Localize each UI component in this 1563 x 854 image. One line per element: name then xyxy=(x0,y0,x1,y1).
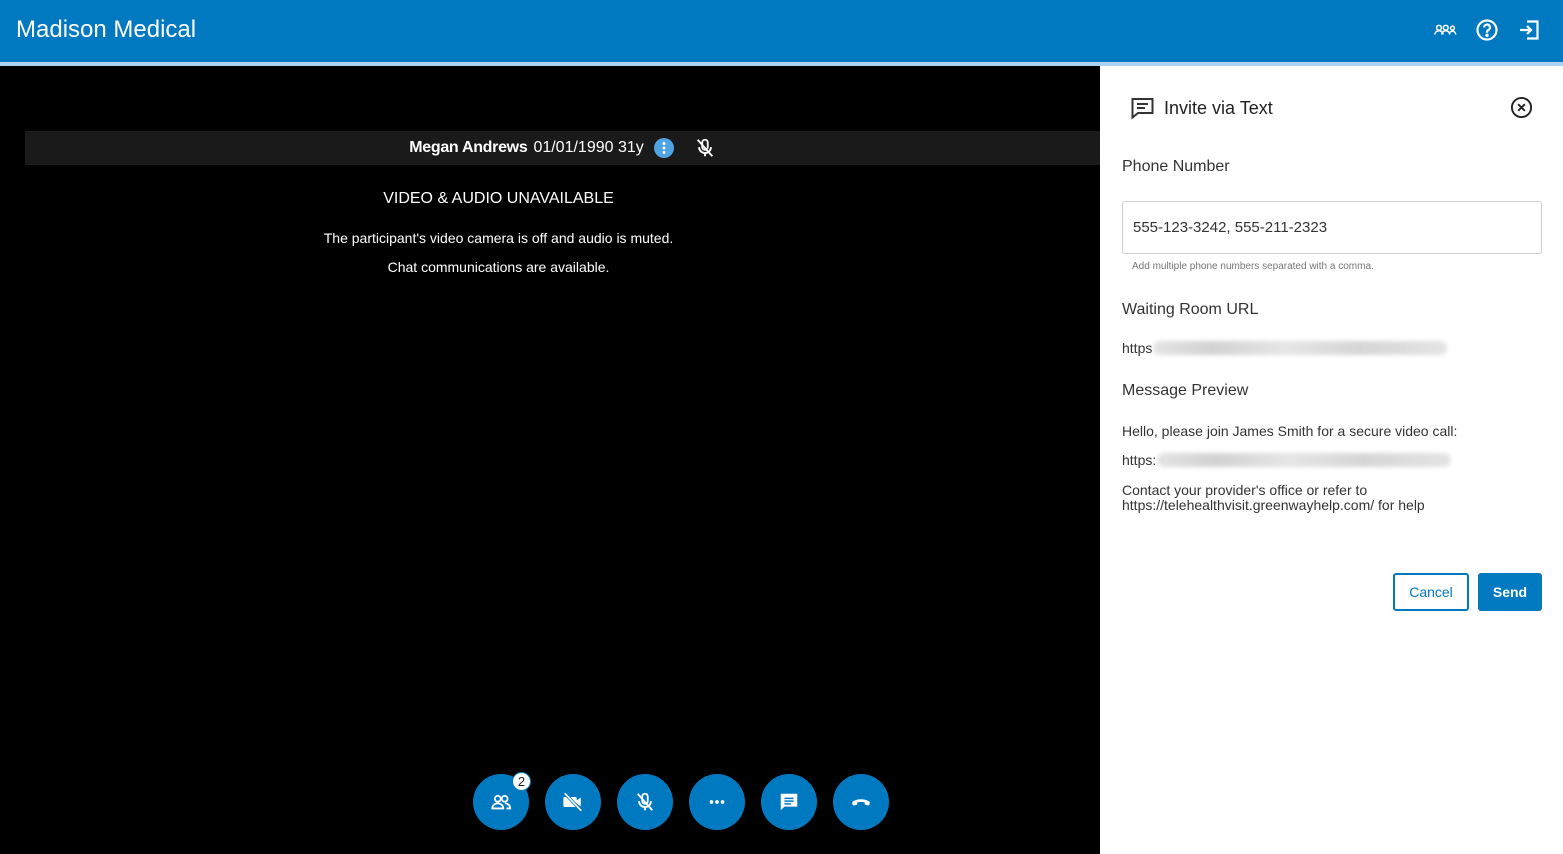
chat-icon xyxy=(780,793,798,811)
preview-greeting: Hello, please join James Smith for a sec… xyxy=(1122,423,1458,439)
unavailable-message-1: The participant's video camera is off an… xyxy=(323,230,674,246)
phone-number-hint: Add multiple phone numbers separated wit… xyxy=(1132,261,1374,272)
panel-title: Invite via Text xyxy=(1164,97,1273,118)
close-icon xyxy=(1510,96,1533,119)
mute-toggle-button[interactable] xyxy=(617,774,673,830)
participants-icon[interactable] xyxy=(1433,18,1457,42)
participants-button[interactable]: 2 xyxy=(473,772,531,830)
waiting-room-url: https xyxy=(1122,340,1448,356)
more-options-button[interactable] xyxy=(689,774,745,830)
mic-off-icon xyxy=(694,137,716,159)
hang-up-icon xyxy=(852,799,870,806)
app-title: Madison Medical xyxy=(16,16,197,43)
preview-url-prefix: https: xyxy=(1122,452,1157,468)
mic-off-icon xyxy=(636,792,654,811)
redacted-url xyxy=(1153,341,1448,355)
preview-help-text: Contact your provider's office or refer … xyxy=(1122,482,1425,513)
logout-icon[interactable] xyxy=(1517,18,1541,42)
chat-button[interactable] xyxy=(761,774,817,830)
waiting-room-url-prefix: https xyxy=(1122,340,1153,356)
participant-name: Megan Andrews xyxy=(409,139,528,156)
redacted-url xyxy=(1157,453,1452,467)
participant-name-bar: Megan Andrews 01/01/1990 31y xyxy=(25,131,1100,165)
waiting-room-url-label: Waiting Room URL xyxy=(1122,301,1259,318)
preview-url: https: xyxy=(1122,452,1452,468)
unavailable-title: VIDEO & AUDIO UNAVAILABLE xyxy=(383,190,614,207)
panel-header: Invite via Text xyxy=(1130,96,1273,120)
invite-panel: Invite via Text Phone Number Add multipl… xyxy=(1100,66,1563,854)
call-controls: 2 xyxy=(473,772,889,830)
message-preview-label: Message Preview xyxy=(1122,382,1249,399)
unavailable-message-2: Chat communications are available. xyxy=(387,259,610,275)
video-toggle-button[interactable] xyxy=(545,774,601,830)
hang-up-button[interactable] xyxy=(833,774,889,830)
phone-number-label: Phone Number xyxy=(1122,158,1230,175)
participants-icon xyxy=(491,794,512,810)
close-panel-button[interactable] xyxy=(1510,96,1533,119)
message-icon xyxy=(1131,98,1154,120)
info-icon[interactable] xyxy=(653,138,674,158)
cancel-button[interactable]: Cancel xyxy=(1393,573,1469,611)
header-actions xyxy=(1433,18,1541,42)
app-header: Madison Medical xyxy=(0,0,1563,62)
more-icon xyxy=(709,800,725,804)
participants-count-badge: 2 xyxy=(512,772,531,791)
phone-number-input[interactable] xyxy=(1122,201,1542,254)
help-icon[interactable] xyxy=(1475,18,1499,42)
video-off-icon xyxy=(563,792,583,812)
participant-dob-age: 01/01/1990 31y xyxy=(533,139,644,156)
send-button[interactable]: Send xyxy=(1478,573,1542,611)
video-stage: Megan Andrews 01/01/1990 31y VIDEO & AUD… xyxy=(0,66,1100,854)
